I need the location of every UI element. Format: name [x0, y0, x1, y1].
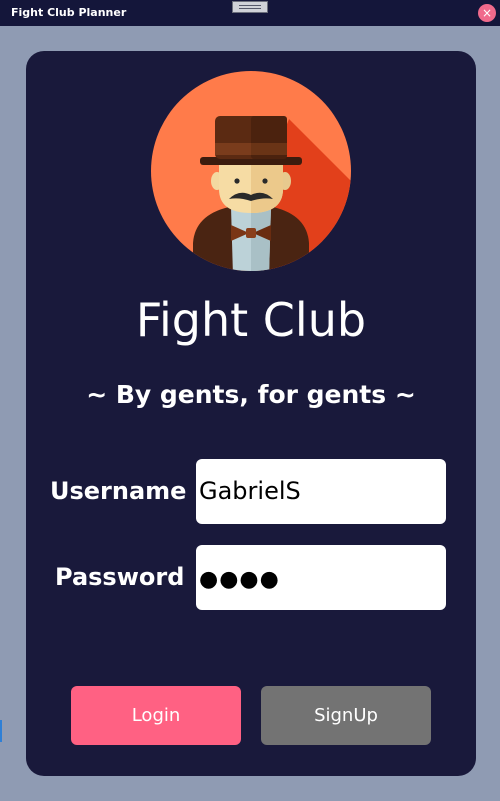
app-window: { "window": { "title": "Fight Club Plann…	[0, 0, 500, 801]
app-title: Fight Club	[135, 293, 367, 347]
close-button[interactable]: ×	[478, 4, 496, 22]
window-edge-accent	[0, 720, 2, 742]
signup-button[interactable]: SignUp	[261, 686, 431, 745]
tagline: ~ By gents, for gents ~	[86, 380, 416, 409]
username-label: Username	[50, 477, 187, 505]
login-button[interactable]: Login	[71, 686, 241, 745]
close-icon: ×	[481, 6, 493, 20]
gentleman-avatar-icon	[151, 71, 351, 271]
drag-handle-icon[interactable]	[232, 1, 268, 13]
title-bar[interactable]: Fight Club Planner ×	[0, 0, 500, 26]
password-field[interactable]: ●●●●	[196, 545, 446, 610]
login-card: Fight Club ~ By gents, for gents ~ Usern…	[26, 51, 476, 776]
password-label: Password	[55, 563, 185, 591]
window-title: Fight Club Planner	[11, 6, 127, 19]
username-field[interactable]: GabrielS	[196, 459, 446, 524]
